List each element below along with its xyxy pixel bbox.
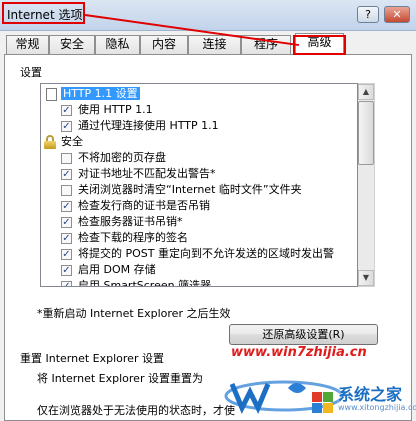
watermark-url: www.win7zhijia.cn [231, 345, 367, 360]
checkbox[interactable]: ✓ [61, 105, 72, 116]
scroll-thumb[interactable] [358, 101, 374, 165]
list-item-label: 不将加密的页存盘 [78, 151, 166, 164]
checkbox[interactable]: ✓ [61, 201, 72, 212]
list-item-label: 启用 DOM 存储 [78, 263, 156, 276]
list-item-label: 使用 HTTP 1.1 [78, 103, 153, 116]
tab-content[interactable]: 内容 [140, 35, 188, 54]
checkbox[interactable]: ✓ [61, 217, 72, 228]
scroll-up-arrow-icon[interactable]: ▲ [358, 84, 374, 100]
list-item-label: 检查下载的程序的签名 [78, 231, 188, 244]
help-button[interactable]: ? [357, 6, 379, 23]
reset-description: 将 Internet Explorer 设置重置为 [37, 372, 203, 385]
checkbox[interactable]: ✓ [61, 265, 72, 276]
checkbox[interactable]: ✓ [61, 281, 72, 286]
scroll-down-arrow-icon[interactable]: ▼ [358, 270, 374, 286]
settings-tree[interactable]: HTTP 1.1 设置 ✓ 使用 HTTP 1.1 ✓ 通过代理连接使用 HTT… [40, 83, 358, 287]
tab-annotation-box [293, 35, 346, 55]
list-item-label: 检查发行商的证书是否吊销 [78, 199, 210, 212]
watermark-sub: www.xitongzhijia.com [338, 403, 416, 412]
title-annotation-box [2, 2, 85, 24]
settings-group-label: 设置 [20, 66, 42, 79]
checkbox[interactable] [61, 185, 72, 196]
reset-broken-note: 仅在浏览器处于无法使用的状态时，才使 [37, 404, 235, 417]
list-item-label: 通过代理连接使用 HTTP 1.1 [78, 119, 219, 132]
restart-note: *重新启动 Internet Explorer 之后生效 [37, 307, 231, 320]
lock-icon [44, 135, 56, 149]
list-item-label: 检查服务器证书吊销* [78, 215, 183, 228]
checkbox[interactable]: ✓ [61, 233, 72, 244]
list-item-label: 关闭浏览器时清空“Internet 临时文件”文件夹 [78, 183, 302, 196]
list-item-label: 将提交的 POST 重定向到不允许发送的区域时发出警 [78, 247, 334, 260]
tab-security[interactable]: 安全 [49, 35, 95, 54]
checkbox[interactable]: ✓ [61, 169, 72, 180]
watermark-brand: 系统之家 [338, 385, 403, 404]
checkbox[interactable] [61, 153, 72, 164]
reset-group-label: 重置 Internet Explorer 设置 [20, 352, 164, 365]
settings-scrollbar[interactable]: ▲ ▼ [358, 83, 375, 287]
list-item-label: 安全 [61, 135, 83, 148]
close-button[interactable]: ✕ [384, 6, 410, 23]
list-item-label: HTTP 1.1 设置 [61, 87, 140, 100]
page-icon [46, 88, 57, 101]
checkbox[interactable]: ✓ [61, 249, 72, 260]
checkbox[interactable]: ✓ [61, 121, 72, 132]
list-item-label: 启用 SmartScreen 筛选器 [78, 279, 212, 287]
tab-strip: 常规 安全 隐私 内容 连接 程序 高级 [4, 33, 410, 55]
restore-advanced-settings-button[interactable]: 还原高级设置(R) [229, 324, 378, 345]
list-item-label: 对证书地址不匹配发出警告* [78, 167, 216, 180]
tab-privacy[interactable]: 隐私 [95, 35, 140, 54]
tab-general[interactable]: 常规 [6, 35, 49, 54]
tab-connections[interactable]: 连接 [188, 35, 241, 54]
